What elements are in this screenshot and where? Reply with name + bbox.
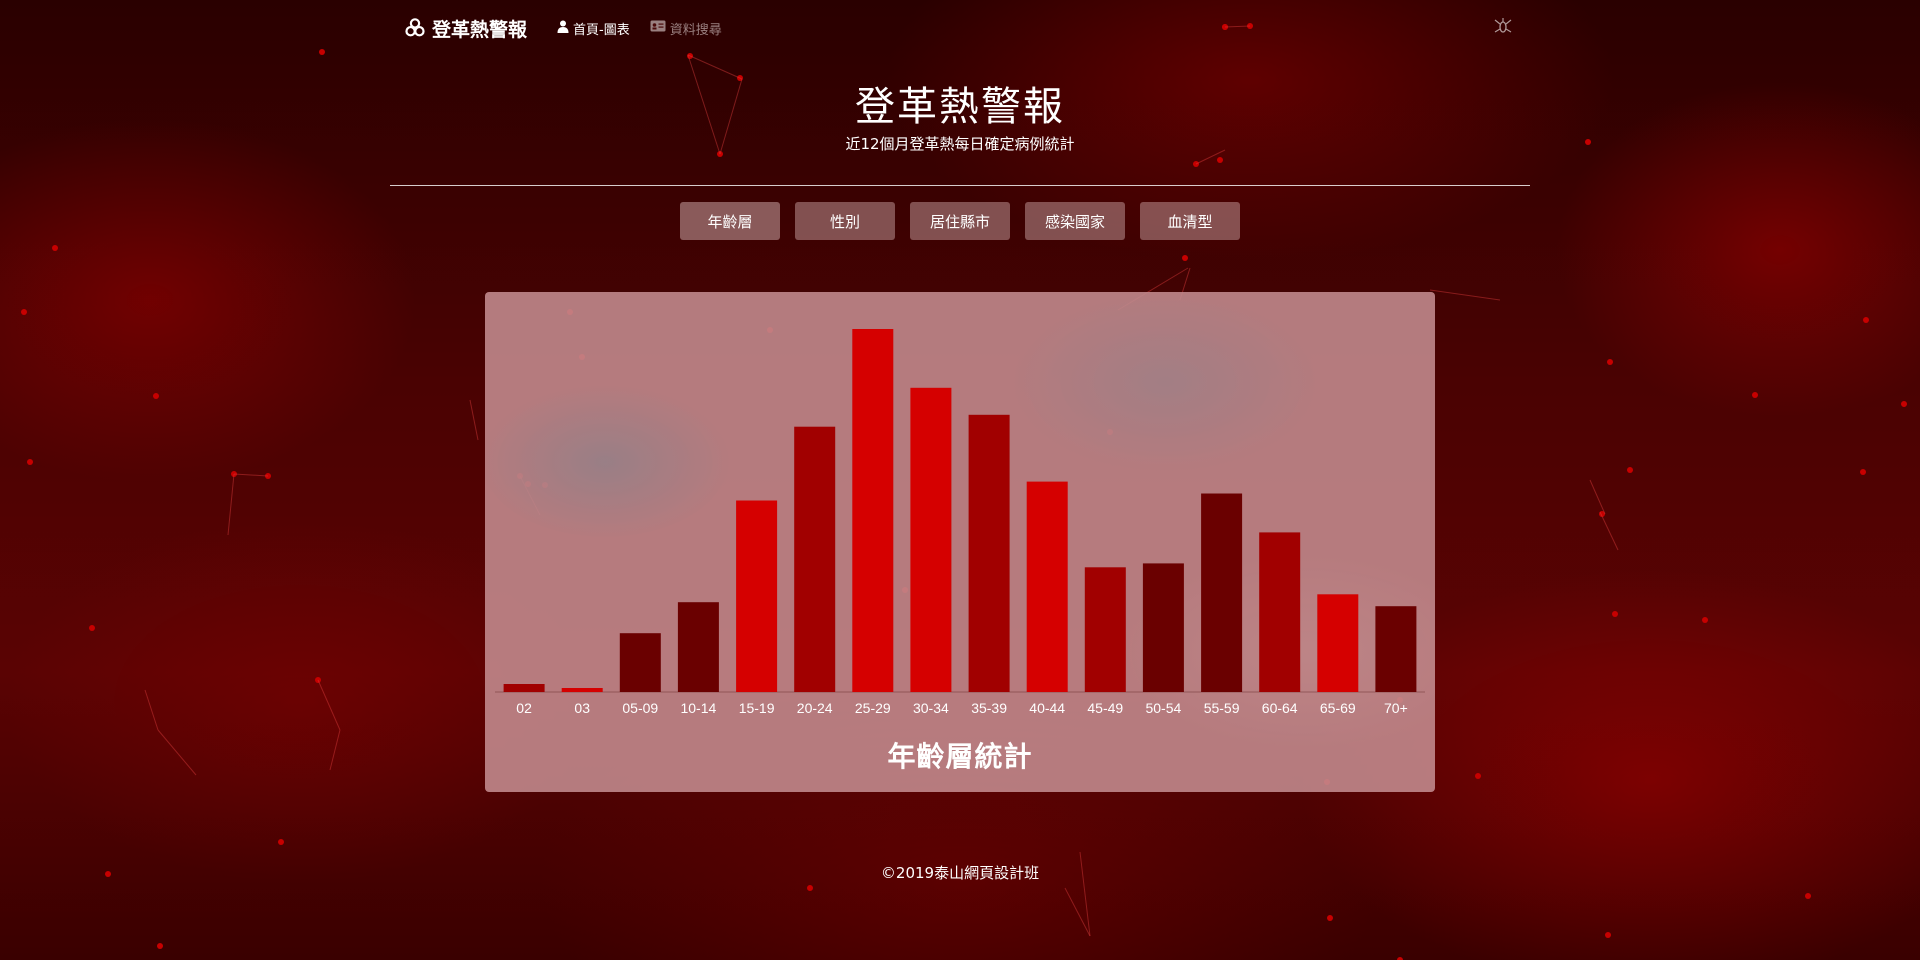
bar-65-69[interactable] [1317, 594, 1359, 692]
bar-60-64[interactable] [1259, 532, 1301, 692]
bar-70+[interactable] [1375, 606, 1417, 692]
user-icon [557, 20, 569, 37]
particle-dot [807, 885, 813, 891]
particle-dot [153, 393, 159, 399]
x-tick-label: 65-69 [1320, 700, 1356, 716]
bar-30-34[interactable] [910, 387, 952, 692]
particle-dot [89, 625, 95, 631]
particle-link [469, 399, 479, 441]
x-tick-label: 50-54 [1145, 700, 1181, 716]
bar-03[interactable] [561, 688, 603, 692]
particle-dot [1475, 773, 1481, 779]
header-divider [390, 185, 1530, 186]
tab-serotype[interactable]: 血清型 [1140, 202, 1240, 240]
particle-link [1429, 289, 1501, 301]
particle-dot [27, 459, 33, 465]
page-subtitle: 近12個月登革熱每日確定病例統計 [845, 135, 1075, 153]
x-tick-label: 03 [574, 700, 590, 716]
chart-title: 年齡層統計 [887, 740, 1033, 773]
bar-50-54[interactable] [1142, 563, 1184, 692]
x-tick-label: 25-29 [855, 700, 891, 716]
bar-40-44[interactable] [1026, 481, 1068, 692]
x-tick-label: 45-49 [1087, 700, 1123, 716]
footer-copyright: ©2019泰山網頁設計班 [880, 864, 1040, 882]
biohazard-icon [404, 17, 426, 39]
particle-dot [231, 471, 237, 477]
particle-dot [1599, 511, 1605, 517]
nav-search-label: 資料搜尋 [669, 22, 722, 38]
particle-dot [1901, 401, 1907, 407]
x-tick-label: 60-64 [1262, 700, 1298, 716]
particle-dot [1605, 932, 1611, 938]
particle-link [233, 473, 269, 477]
particle-dot [1612, 611, 1618, 617]
tab-gender[interactable]: 性別 [795, 202, 895, 240]
bar-05-09[interactable] [619, 633, 661, 692]
particle-dot [278, 839, 284, 845]
particle-dot [1627, 467, 1633, 473]
tab-county[interactable]: 居住縣市 [910, 202, 1010, 240]
nav-search-link[interactable]: 資料搜尋 [650, 19, 722, 38]
x-tick-label: 10-14 [680, 700, 716, 716]
particle-dot [265, 473, 271, 479]
particle-link [1589, 479, 1606, 515]
navbar: 登革熱警報 首頁-圖表 資料搜尋 [390, 0, 1530, 56]
particle-dot [1805, 893, 1811, 899]
bar-55-59[interactable] [1201, 493, 1243, 693]
particle-link [157, 729, 197, 776]
bar-10-14[interactable] [677, 602, 719, 692]
particle-dot [1752, 392, 1758, 398]
particle-dot [21, 309, 27, 315]
x-tick-label: 20-24 [797, 700, 833, 716]
bar-chart: 02 03 05-09 10-14 15-19 20-24 25-29 30-34 35-39 4… [495, 329, 1425, 716]
nav-home-label: 首頁-圖表 [573, 22, 630, 38]
bar-02[interactable] [503, 684, 545, 692]
x-tick-label: 15-19 [739, 700, 775, 716]
id-card-icon [650, 20, 666, 36]
mosquito-icon[interactable] [1494, 17, 1512, 39]
particle-dot [319, 49, 325, 55]
bar-15-19[interactable] [736, 500, 778, 693]
particle-link [1599, 511, 1619, 551]
particle-link [329, 729, 341, 771]
chart-panel: 02 03 05-09 10-14 15-19 20-24 25-29 30-34 35-39 4… [485, 292, 1435, 792]
x-tick-label: 35-39 [971, 700, 1007, 716]
particle-dot [1327, 915, 1333, 921]
x-tick-label: 02 [516, 700, 532, 716]
particle-link [144, 689, 159, 731]
category-tabs: 年齡層 性別 居住縣市 感染國家 血清型 [0, 202, 1920, 240]
bar-20-24[interactable] [794, 426, 836, 692]
particle-dot [157, 943, 163, 949]
x-tick-label: 40-44 [1029, 700, 1065, 716]
particle-dot [315, 677, 321, 683]
particle-dot [1607, 359, 1613, 365]
x-tick-label: 55-59 [1204, 700, 1240, 716]
tab-infection-country[interactable]: 感染國家 [1025, 202, 1125, 240]
particle-dot [1193, 161, 1199, 167]
bar-35-39[interactable] [968, 414, 1010, 692]
particle-dot [1860, 469, 1866, 475]
brand-link[interactable]: 登革熱警報 [404, 15, 527, 42]
particle-link [227, 473, 235, 536]
particle-dot [1217, 157, 1223, 163]
bar-25-29[interactable] [852, 329, 894, 692]
brand-label: 登革熱警報 [432, 18, 528, 41]
particle-link [1064, 887, 1091, 937]
x-tick-label: 70+ [1384, 700, 1408, 716]
tab-age-group[interactable]: 年齡層 [680, 202, 780, 240]
page-title: 登革熱警報 [855, 84, 1065, 130]
particle-link [317, 679, 341, 731]
x-tick-label: 05-09 [622, 700, 658, 716]
particle-dot [1702, 617, 1708, 623]
particle-dot [1863, 317, 1869, 323]
nav-home-link[interactable]: 首頁-圖表 [557, 19, 630, 38]
bar-45-49[interactable] [1084, 567, 1126, 692]
particle-dot [1182, 255, 1188, 261]
particle-dot [52, 245, 58, 251]
x-tick-label: 30-34 [913, 700, 949, 716]
